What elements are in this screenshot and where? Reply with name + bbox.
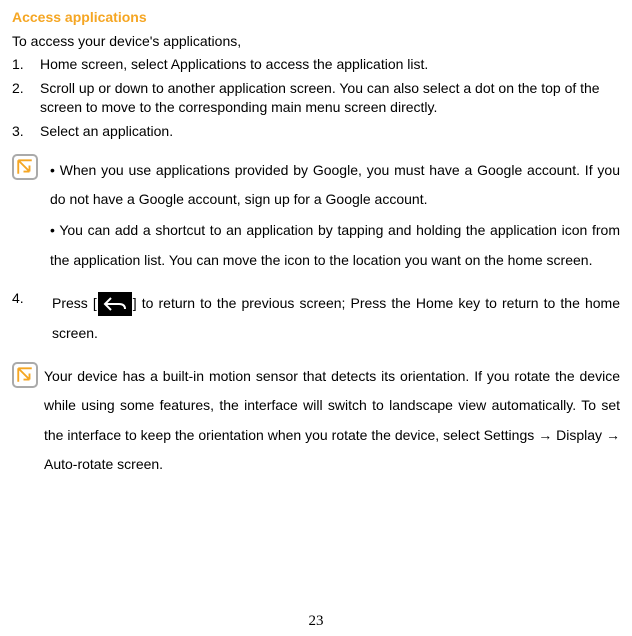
list-item: 1. Home screen, select Applications to a… [12,55,620,75]
step-text: Scroll up or down to another application… [40,79,620,118]
step-text: Select an application. [40,122,620,142]
list-item: 4. Press [] to return to the previous sc… [12,289,620,348]
note-bullet: • You can add a shortcut to an applicati… [44,216,620,275]
step-text: Press [] to return to the previous scree… [52,289,620,348]
step-number: 4. [12,289,52,348]
step4-post: ] to return to the previous screen; Pres… [52,295,620,340]
note-block: Your device has a built-in motion sensor… [12,362,620,480]
step-number: 2. [12,79,40,118]
back-key-icon [98,292,132,316]
note-icon [12,154,38,180]
note-block: • When you use applications provided by … [12,154,620,276]
section-heading: Access applications [12,8,620,28]
note-bullet: • When you use applications provided by … [44,156,620,215]
list-item: 3. Select an application. [12,122,620,142]
list-item: 2. Scroll up or down to another applicat… [12,79,620,118]
steps-list: 1. Home screen, select Applications to a… [12,55,620,141]
intro-text: To access your device's applications, [12,32,620,52]
page-number: 23 [0,611,632,632]
step-text: Home screen, select Applications to acce… [40,55,620,75]
note-body: Your device has a built-in motion sensor… [44,362,620,480]
step-number: 1. [12,55,40,75]
step-number: 3. [12,122,40,142]
step4-pre: Press [ [52,295,97,311]
note-icon [12,362,38,388]
note-body: • When you use applications provided by … [44,154,620,276]
